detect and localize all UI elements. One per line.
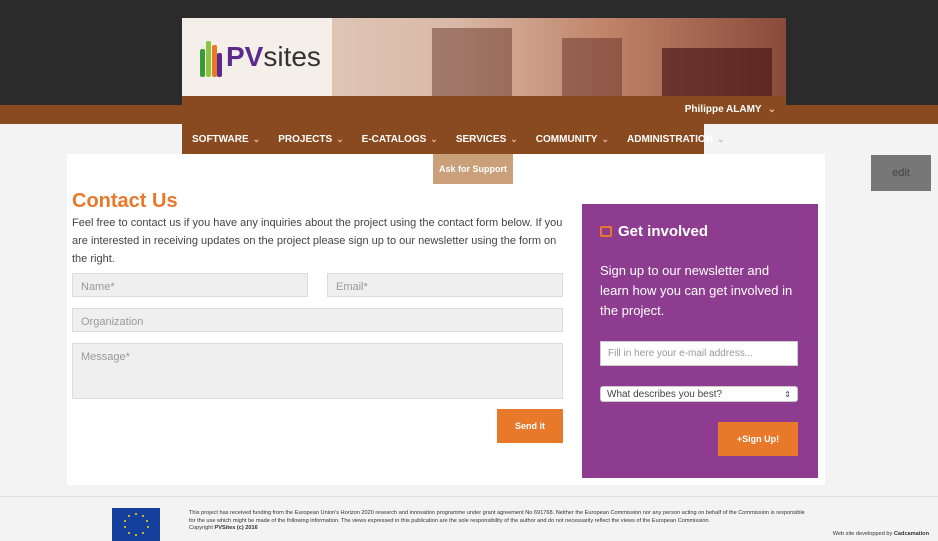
site-logo[interactable]: PVsites	[182, 18, 332, 96]
chevron-down-icon: ⌄	[336, 133, 344, 144]
chevron-down-icon: ⌄	[716, 133, 725, 144]
get-involved-text: Sign up to our newsletter and learn how …	[600, 263, 793, 318]
nav-item-projects[interactable]: PROJECTS ⌄	[278, 134, 343, 145]
send-button[interactable]: Send it	[497, 409, 563, 443]
chevron-down-icon: ⌄	[510, 133, 518, 144]
intro-text: Feel free to contact us if you have any …	[72, 217, 563, 265]
funding-notice: This project has received funding from t…	[189, 510, 805, 531]
newsletter-email-input[interactable]: Fill in here your e-mail address...	[600, 341, 798, 366]
nav-item-administration[interactable]: ADMINISTRATION ⌄	[627, 134, 724, 145]
site-credit: Web site developped by Cadcamation	[832, 531, 929, 537]
message-field[interactable]: Message*	[72, 343, 563, 399]
user-menu[interactable]: Philippe ALAMY ⌄	[685, 104, 776, 115]
signup-button[interactable]: +Sign Up!	[718, 422, 798, 456]
nav-item-ecatalogs[interactable]: E-CATALOGS ⌄	[362, 134, 438, 145]
mail-icon	[600, 226, 612, 237]
describe-select[interactable]: What describes you best? ⇕	[600, 386, 798, 402]
nav-item-services[interactable]: SERVICES ⌄	[456, 134, 518, 145]
user-bar: Philippe ALAMY ⌄	[182, 96, 786, 124]
get-involved-title: Get involved	[600, 223, 708, 240]
nav-item-software[interactable]: SOFTWARE ⌄	[192, 134, 260, 145]
footer-divider	[0, 496, 938, 497]
logo-text: PVsites	[226, 41, 321, 72]
eu-flag-icon	[112, 508, 160, 541]
chevron-down-icon: ⌄	[252, 133, 261, 144]
nav-item-community[interactable]: COMMUNITY ⌄	[536, 134, 609, 145]
edit-button[interactable]: edit	[871, 155, 931, 191]
page-title: Contact Us	[72, 190, 178, 212]
chevron-down-icon: ⌄	[430, 133, 438, 144]
organization-field[interactable]: Organization	[72, 308, 563, 332]
select-arrows-icon: ⇕	[784, 389, 791, 399]
submenu-ask-for-support[interactable]: Ask for Support	[433, 154, 513, 184]
site-header-banner: PVsites	[182, 18, 786, 96]
name-field[interactable]: Name*	[72, 273, 308, 297]
pvsites-logo-icon	[200, 37, 222, 77]
email-field[interactable]: Email*	[327, 273, 563, 297]
chevron-down-icon: ⌄	[601, 133, 609, 144]
main-nav: SOFTWARE ⌄ PROJECTS ⌄ E-CATALOGS ⌄ SERVICES…	[182, 124, 724, 154]
